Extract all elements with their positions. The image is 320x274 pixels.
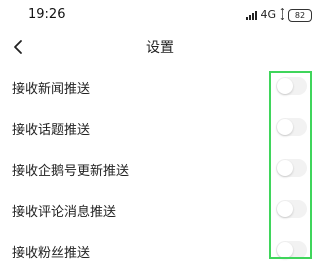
setting-label: 接收粉丝推送 [12,246,91,261]
status-time: 19:26 [28,7,66,22]
battery-icon: 82 [288,8,312,22]
network-type: 4G [260,8,276,21]
setting-label: 接收新闻推送 [12,82,91,97]
nav-bar: 设置 [0,30,320,64]
setting-label: 接收评论消息推送 [12,205,117,220]
signal-icon [246,10,258,20]
setting-label: 接收企鹅号更新推送 [12,164,130,179]
highlight-box [269,71,312,259]
data-arrows-icon: ↑ ↓ [279,7,286,22]
status-bar: 19:26 4G ↑ ↓ 82 [0,0,320,30]
setting-label: 接收话题推送 [12,123,91,138]
page-title: 设置 [146,40,174,56]
status-indicators: 4G ↑ ↓ 82 [246,8,312,22]
